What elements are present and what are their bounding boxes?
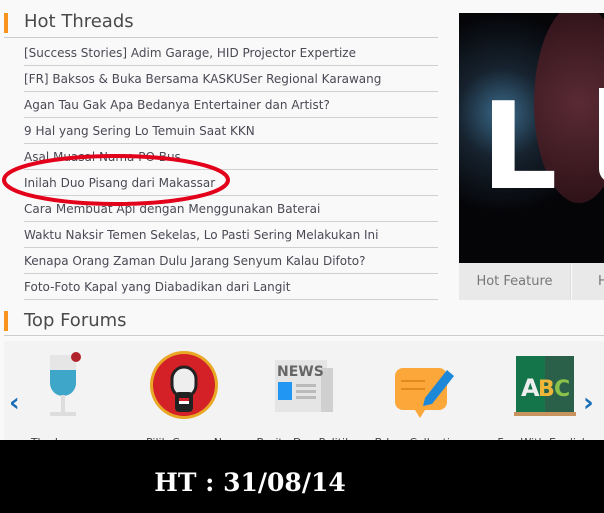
divider: [4, 37, 438, 38]
thread-link[interactable]: [Success Stories] Adim Garage, HID Proje…: [24, 40, 438, 66]
chalkboard-abc-icon: AB C: [514, 356, 576, 416]
thread-link[interactable]: Asal Muasal Nama PO Bus: [24, 144, 438, 170]
forum-fun-with-english[interactable]: ABC Fun With English: [488, 350, 598, 449]
thread-link[interactable]: Waktu Naksir Temen Sekelas, Lo Pasti Ser…: [24, 222, 438, 248]
thread-link[interactable]: 9 Hal yang Sering Lo Temuin Saat KKN: [24, 118, 438, 144]
tab-next[interactable]: H: [572, 263, 604, 300]
thread-link[interactable]: Foto-Foto Kapal yang Diabadikan dari Lan…: [24, 274, 438, 300]
blog-pencil-icon: [395, 368, 454, 418]
forum-b-log-collections[interactable]: B-Log Collections: [367, 350, 477, 449]
tab-hot-feature[interactable]: Hot Feature: [459, 263, 571, 300]
microphone-icon: [150, 351, 218, 419]
forum-pilih-capres[interactable]: Pilih Capres N: [129, 350, 239, 449]
section-accent-bar: [4, 311, 8, 331]
svg-text:NEWS: NEWS: [277, 364, 324, 380]
divider: [4, 335, 604, 336]
section-accent-bar: [4, 13, 8, 33]
svg-text:C: C: [554, 377, 570, 402]
caption-text: HT : 31/08/14: [154, 468, 346, 497]
thread-link[interactable]: [FR] Baksos & Buka Bersama KASKUSer Regi…: [24, 66, 438, 92]
wine-glass-icon: [50, 352, 81, 416]
top-forums-title: Top Forums: [24, 310, 127, 331]
forum-berita-dan-politik[interactable]: NEWS Berita Dan Politik: [249, 350, 359, 449]
thread-link[interactable]: Agan Tau Gak Apa Bedanya Entertainer dan…: [24, 92, 438, 118]
newspaper-icon: NEWS: [275, 360, 333, 412]
thread-link[interactable]: Kenapa Orang Zaman Dulu Jarang Senyum Ka…: [24, 248, 438, 274]
hot-threads-title: Hot Threads: [24, 11, 134, 32]
forum-the-lounge[interactable]: The Lounge: [8, 350, 118, 449]
feature-banner-image[interactable]: L: [459, 13, 604, 263]
svg-text:B: B: [538, 377, 555, 402]
thread-link[interactable]: Cara Membuat Api dengan Menggunakan Bate…: [24, 196, 438, 222]
thread-link[interactable]: Inilah Duo Pisang dari Makassar: [24, 170, 438, 196]
